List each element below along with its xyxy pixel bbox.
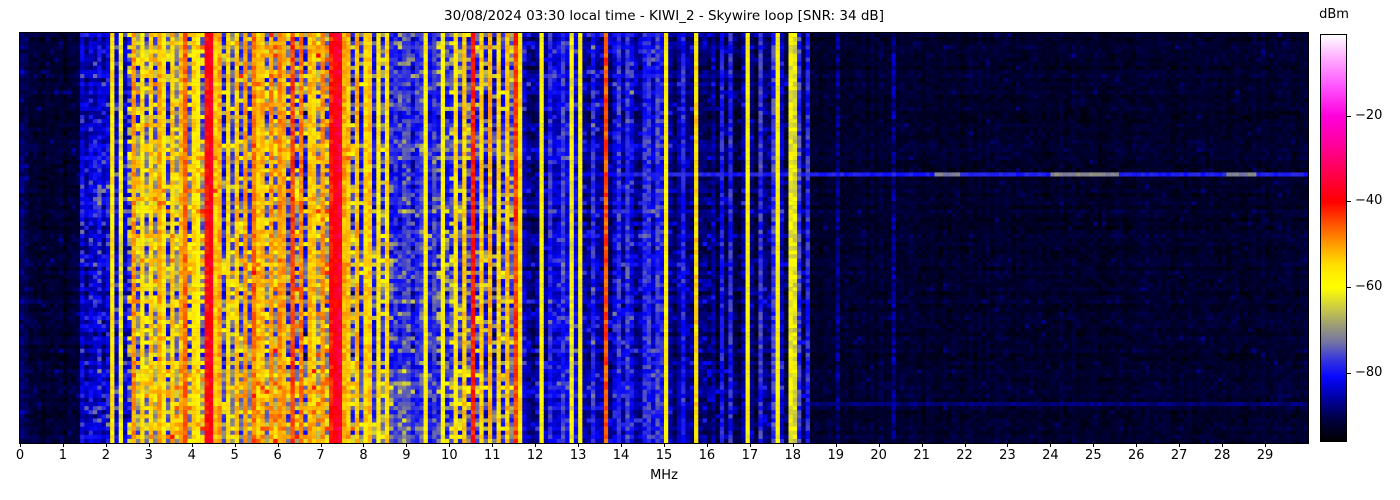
x-tick-label: 11 [472,448,512,463]
x-tick-label: 13 [558,448,598,463]
colorbar-tick-mark [1347,201,1351,202]
x-tick-mark [492,443,493,447]
x-tick-label: 24 [1030,448,1070,463]
x-tick-mark [1007,443,1008,447]
x-tick-label: 10 [429,448,469,463]
x-tick-mark [793,443,794,447]
x-tick-mark [235,443,236,447]
colorbar-tick-mark [1347,287,1351,288]
x-tick-label: 0 [0,448,40,463]
x-tick-mark [664,443,665,447]
x-tick-mark [1265,443,1266,447]
x-tick-mark [1050,443,1051,447]
figure-title: 30/08/2024 03:30 local time - KIWI_2 - S… [20,7,1308,25]
x-tick-mark [535,443,536,447]
x-tick-label: 8 [343,448,383,463]
colorbar [1320,34,1347,442]
waterfall-plot-area [20,33,1308,443]
x-tick-mark [192,443,193,447]
x-tick-mark [1136,443,1137,447]
x-tick-label: 15 [644,448,684,463]
x-tick-mark [922,443,923,447]
x-tick-mark [63,443,64,447]
x-tick-label: 1 [43,448,83,463]
x-tick-label: 28 [1202,448,1242,463]
x-tick-label: 22 [945,448,985,463]
x-tick-label: 7 [301,448,341,463]
colorbar-tick-label: −40 [1355,194,1382,208]
x-tick-mark [1222,443,1223,447]
x-tick-mark [879,443,880,447]
x-tick-label: 4 [172,448,212,463]
x-tick-label: 18 [773,448,813,463]
colorbar-tick-mark [1347,373,1351,374]
x-tick-mark [149,443,150,447]
spectrogram-figure: 30/08/2024 03:30 local time - KIWI_2 - S… [0,0,1400,500]
x-tick-label: 25 [1073,448,1113,463]
x-tick-label: 16 [687,448,727,463]
colorbar-tick-label: −80 [1355,366,1382,380]
x-tick-label: 6 [258,448,298,463]
x-tick-mark [750,443,751,447]
x-tick-mark [363,443,364,447]
x-tick-mark [20,443,21,447]
x-tick-label: 5 [215,448,255,463]
x-tick-mark [965,443,966,447]
x-tick-mark [106,443,107,447]
x-tick-mark [278,443,279,447]
x-tick-label: 21 [902,448,942,463]
x-tick-label: 12 [515,448,555,463]
x-axis-label: MHz [20,468,1308,483]
x-tick-label: 17 [730,448,770,463]
x-tick-mark [578,443,579,447]
x-tick-label: 29 [1245,448,1285,463]
x-tick-mark [1179,443,1180,447]
x-tick-mark [321,443,322,447]
x-tick-mark [1093,443,1094,447]
x-tick-label: 23 [987,448,1027,463]
waterfall-canvas [20,33,1308,443]
x-tick-label: 2 [86,448,126,463]
colorbar-tick-label: −60 [1355,280,1382,294]
x-tick-label: 26 [1116,448,1156,463]
x-tick-label: 27 [1159,448,1199,463]
colorbar-tick-mark [1347,116,1351,117]
x-tick-mark [621,443,622,447]
colorbar-label: dBm [1306,7,1362,22]
x-tick-mark [406,443,407,447]
x-tick-mark [836,443,837,447]
colorbar-tick-label: −20 [1355,109,1382,123]
x-tick-mark [449,443,450,447]
x-tick-label: 20 [859,448,899,463]
x-tick-label: 14 [601,448,641,463]
x-tick-label: 3 [129,448,169,463]
x-tick-label: 19 [816,448,856,463]
x-tick-mark [707,443,708,447]
x-tick-label: 9 [386,448,426,463]
